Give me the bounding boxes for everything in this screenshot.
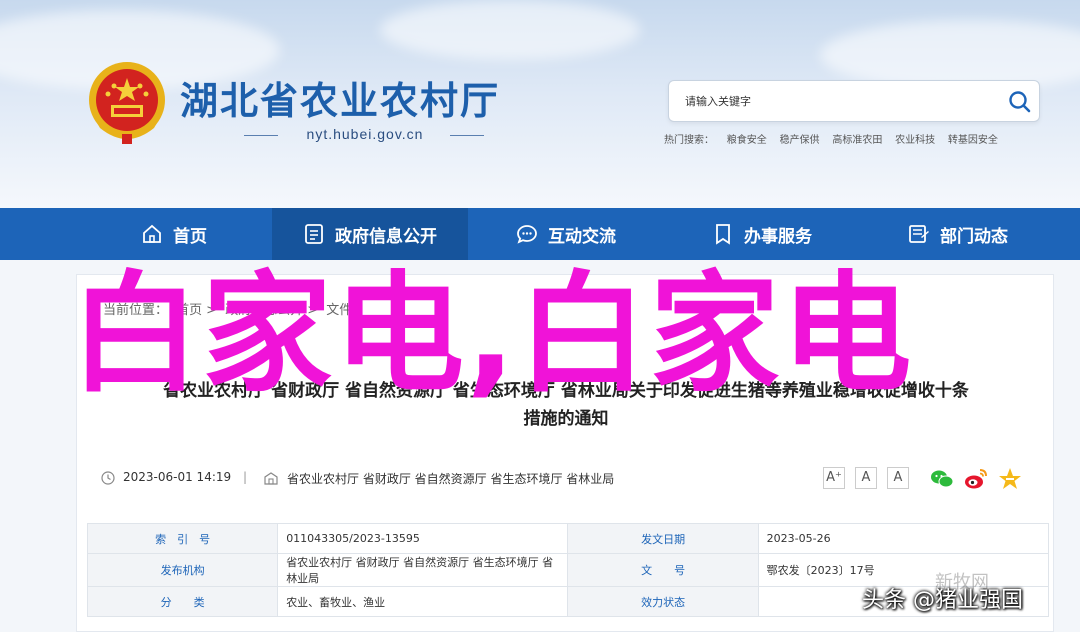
- site-title: 湖北省农业农村厅: [180, 78, 501, 123]
- chat-bubble-icon: [517, 225, 537, 244]
- divider: [450, 135, 484, 136]
- meta-separator: |: [243, 470, 248, 484]
- nav-label: 首页: [173, 226, 207, 247]
- hot-search-label: 热门搜索：: [664, 135, 714, 146]
- publish-date: 2023-06-01 14:19: [123, 470, 232, 484]
- search-box: [668, 80, 1040, 122]
- nav-item-gov-info[interactable]: 政府信息公开: [272, 208, 468, 260]
- wechat-icon[interactable]: [929, 467, 955, 491]
- breadcrumb-label: 当前位置：: [103, 303, 169, 318]
- nav-item-home[interactable]: 首页: [76, 208, 272, 260]
- breadcrumb-link[interactable]: 文件: [326, 303, 352, 318]
- building-icon: [264, 472, 278, 485]
- article-title-line: 措施的通知: [523, 409, 609, 429]
- table-label: 效力状态: [567, 586, 759, 617]
- table-label: 发文日期: [567, 523, 759, 554]
- breadcrumb-link[interactable]: 政府信息公开: [225, 303, 303, 318]
- nav-item-services[interactable]: 办事服务: [664, 208, 860, 260]
- article-title: 省农业农村厅 省财政厅 省自然资源厅 省生态环境厅 省林业局关于印发促进生猪等养…: [97, 377, 1035, 433]
- table-label: 索 引 号: [86, 523, 279, 554]
- clock-icon: [101, 471, 115, 485]
- site-domain: nyt.hubei.gov.cn: [306, 126, 424, 142]
- document-list-icon: [305, 224, 323, 244]
- article-meta: 2023-06-01 14:19 | 省农业农村厅 省财政厅 省自然资源厅 省生…: [101, 467, 1031, 491]
- breadcrumb: 当前位置： 首页 > 政府信息公开 > 文件: [103, 303, 353, 318]
- nav-label: 部门动态: [940, 226, 1008, 247]
- hot-search-link[interactable]: 稳产保供: [780, 135, 820, 146]
- hot-search-link[interactable]: 农业科技: [895, 135, 935, 146]
- breadcrumb-link[interactable]: 首页: [176, 303, 202, 318]
- cloud-decoration: [380, 0, 640, 60]
- font-decrease-button[interactable]: A: [887, 467, 909, 489]
- nav-label: 互动交流: [548, 226, 616, 247]
- nav-item-interaction[interactable]: 互动交流: [468, 208, 664, 260]
- article-title-line: 省农业农村厅 省财政厅 省自然资源厅 省生态环境厅 省林业局关于印发促进生猪等养…: [163, 381, 969, 401]
- article-panel: 当前位置： 首页 > 政府信息公开 > 文件 省农业农村厅 省财政厅 省自然资源厅 …: [76, 274, 1054, 632]
- divider: [244, 135, 278, 136]
- site-header: 湖北省农业农村厅 nyt.hubei.gov.cn 热门搜索： 粮食安全 稳产保…: [0, 0, 1080, 208]
- table-row: 索 引 号 011043305/2023-13595 发文日期 2023-05-…: [86, 523, 1050, 554]
- table-label: 文 号: [567, 553, 759, 587]
- source-watermark: 头条 @猪业强国: [862, 588, 1023, 613]
- news-icon: [909, 225, 929, 243]
- domain-line: nyt.hubei.gov.cn: [244, 126, 484, 144]
- main-nav: 首页 政府信息公开 互动交流 办事服务 部门动态: [0, 208, 1080, 260]
- nav-label: 政府信息公开: [335, 226, 437, 247]
- home-icon: [143, 224, 161, 243]
- hot-search-link[interactable]: 粮食安全: [727, 135, 767, 146]
- table-value: 011043305/2023-13595: [277, 523, 569, 554]
- table-value: 省农业农村厅 省财政厅 省自然资源厅 省生态环境厅 省林业局: [277, 553, 569, 587]
- bookmark-icon: [716, 224, 730, 245]
- weibo-icon[interactable]: [963, 467, 989, 491]
- table-label: 分 类: [86, 586, 279, 617]
- hot-search-link[interactable]: 高标准农田: [832, 135, 882, 146]
- font-increase-button[interactable]: A⁺: [823, 467, 845, 489]
- font-default-button[interactable]: A: [855, 467, 877, 489]
- qzone-star-icon[interactable]: [997, 467, 1023, 491]
- article-source: 省农业农村厅 省财政厅 省自然资源厅 省生态环境厅 省林业局: [287, 472, 615, 486]
- table-value: 2023-05-26: [757, 523, 1050, 554]
- nav-item-dept-news[interactable]: 部门动态: [860, 208, 1056, 260]
- hot-search-link[interactable]: 转基因安全: [948, 135, 998, 146]
- search-icon[interactable]: [1007, 89, 1033, 115]
- national-emblem-icon: [89, 62, 165, 144]
- table-label: 发布机构: [86, 553, 279, 587]
- nav-label: 办事服务: [744, 226, 812, 247]
- search-input[interactable]: [685, 92, 995, 112]
- table-value: 农业、畜牧业、渔业: [277, 586, 569, 617]
- hot-search-bar: 热门搜索： 粮食安全 稳产保供 高标准农田 农业科技 转基因安全: [664, 131, 1008, 146]
